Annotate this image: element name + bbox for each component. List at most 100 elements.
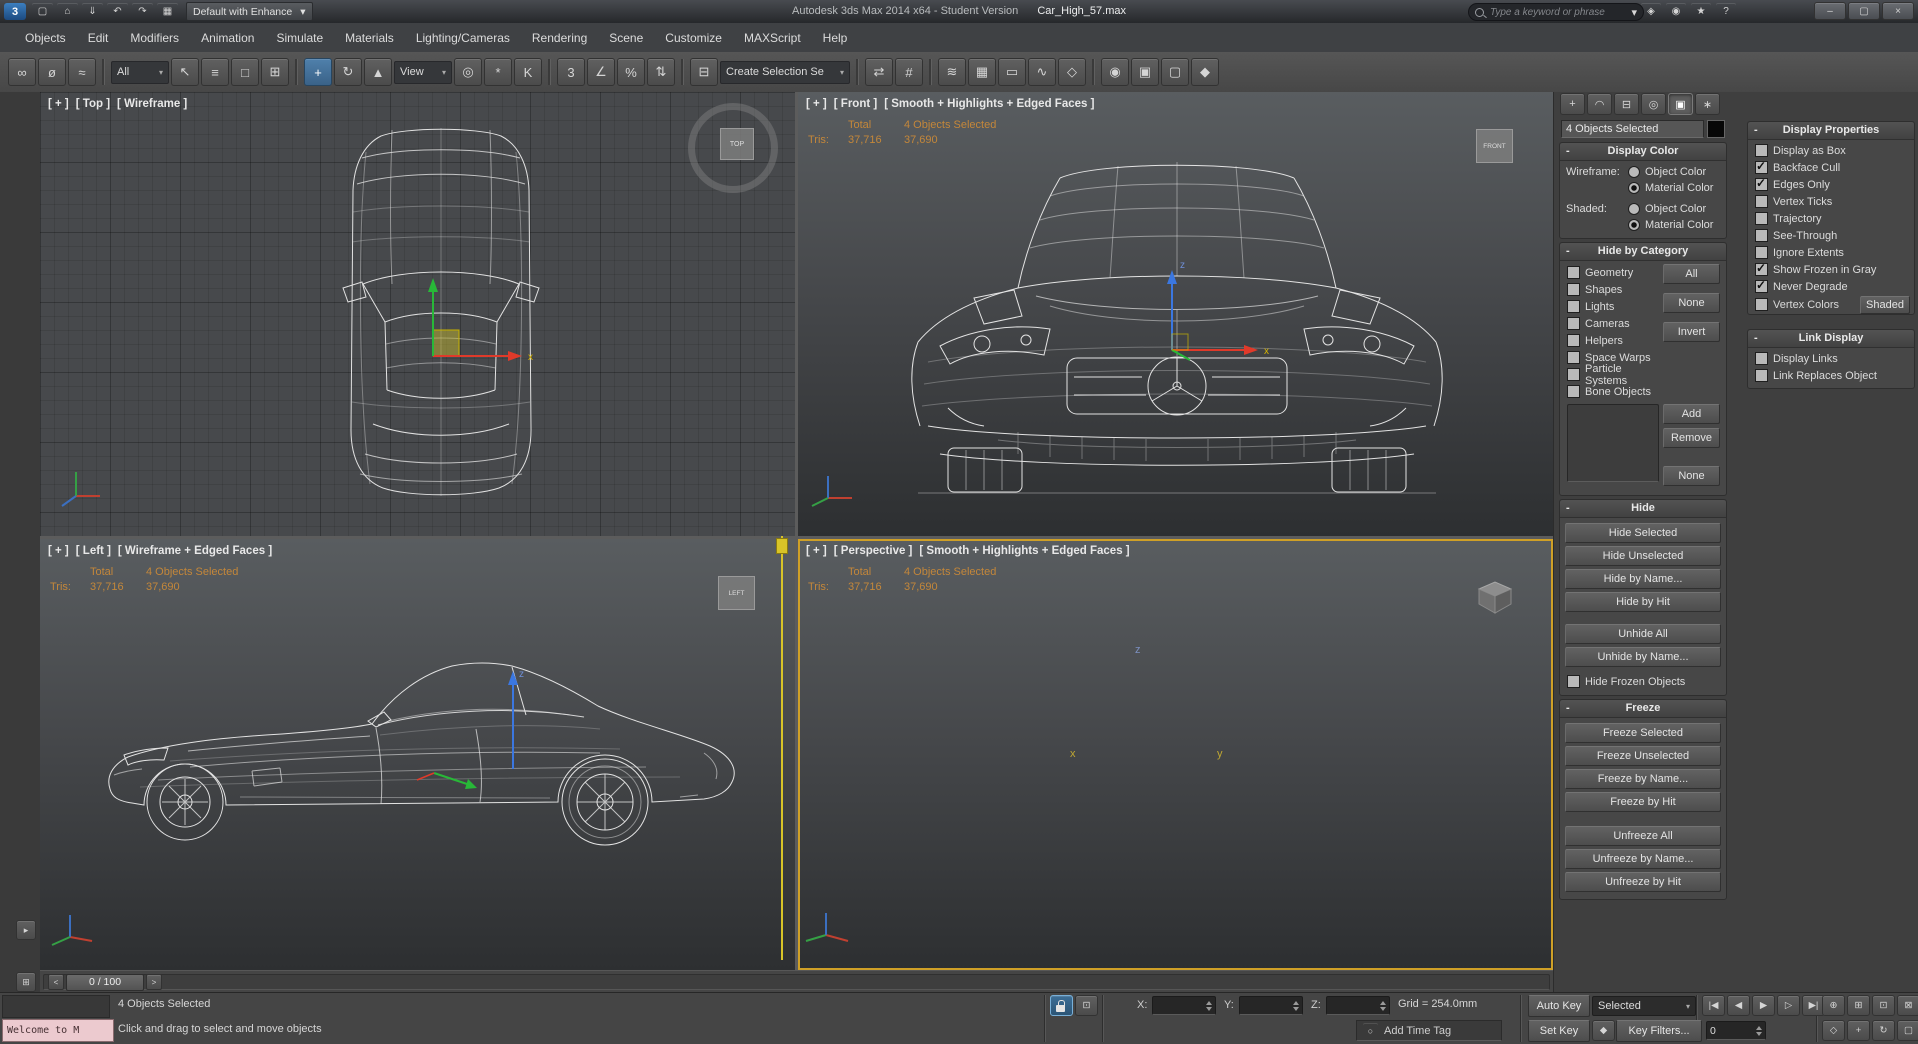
schematic-view-icon[interactable]: ◇ [1058,58,1086,86]
viewport-menu-position[interactable]: [ + ] [48,98,69,110]
spinner-icon[interactable] [1206,1001,1212,1011]
checkbox-display-as-box[interactable]: Display as Box [1748,142,1914,159]
viewport-splitter-vertical[interactable] [795,92,798,970]
snaps-toggle-icon[interactable]: 3 [557,58,585,86]
viewcube[interactable]: FRONT [1476,129,1513,163]
next-frame-icon[interactable]: ▷ [1777,995,1800,1016]
selection-region-icon[interactable]: □ [231,58,259,86]
hide-unselected-button[interactable]: Hide Unselected [1565,546,1721,566]
pan-view-icon[interactable]: + [1847,1020,1870,1041]
y-coordinate-field[interactable] [1239,996,1303,1015]
checkbox-edges-only[interactable]: Edges Only [1748,176,1914,193]
viewport-canvas-front[interactable]: z x [798,92,1553,536]
menu-rendering[interactable]: Rendering [521,24,598,52]
radio-wireframe-object-color[interactable]: Object Color [1628,164,1713,180]
select-by-name-icon[interactable]: ≡ [201,58,229,86]
go-to-start-icon[interactable]: |◀ [1702,995,1725,1016]
viewport-canvas-top[interactable]: x [40,92,795,536]
menu-modifiers[interactable]: Modifiers [119,24,190,52]
tab-motion-icon[interactable]: ◎ [1641,93,1666,115]
unlink-selection-icon[interactable]: ø [38,58,66,86]
application-menu-icon[interactable]: 3 [4,3,26,20]
checkbox-shapes[interactable]: Shapes [1560,281,1663,298]
viewcube[interactable]: TOP [720,128,754,160]
rollout-header[interactable]: -Display Color [1560,143,1726,161]
selection-filter-dropdown[interactable]: All▾ [111,61,169,84]
bind-to-space-warp-icon[interactable]: ≈ [68,58,96,86]
orbit-icon[interactable]: ↻ [1872,1020,1895,1041]
viewport-top[interactable]: [ + ][ Top ][ Wireframe ] TOP [40,92,795,536]
select-and-link-icon[interactable]: ∞ [8,58,36,86]
render-production-icon[interactable]: ◆ [1191,58,1219,86]
checkbox-never-degrade[interactable]: Never Degrade [1748,278,1914,295]
infocenter-search[interactable]: ▾ [1468,3,1644,21]
hide-selected-button[interactable]: Hide Selected [1565,523,1721,543]
add-time-tag-field[interactable]: ○ Add Time Tag [1356,1020,1502,1041]
unfreeze-by-hit-button[interactable]: Unfreeze by Hit [1565,872,1721,892]
select-and-move-icon[interactable]: + [304,58,332,86]
spinner-icon[interactable] [1756,1026,1762,1036]
viewport-menu-pov[interactable]: [ Front ] [834,98,877,110]
spinner-icon[interactable] [1293,1001,1299,1011]
checkbox-backface-cull[interactable]: Backface Cull [1748,159,1914,176]
menu-customize[interactable]: Customize [654,24,733,52]
selection-lock-toggle-icon[interactable] [1050,995,1073,1016]
close-icon[interactable]: × [1882,2,1914,20]
workspace-selector[interactable]: Default with Enhance ▾ [186,2,313,21]
menu-help[interactable]: Help [812,24,859,52]
manipulator-line[interactable] [781,536,783,960]
radio-shaded-object-color[interactable]: Object Color [1628,201,1713,217]
viewport-layout-tabs-icon[interactable]: ⊞ [16,972,36,992]
communication-center-icon[interactable]: ◈ [1640,2,1662,21]
checkbox-vertex-ticks[interactable]: Vertex Ticks [1748,193,1914,210]
menu-edit[interactable]: Edit [77,24,120,52]
menu-materials[interactable]: Materials [334,24,405,52]
edit-named-selection-sets-icon[interactable]: ⊟ [690,58,718,86]
angle-snap-icon[interactable]: ∠ [587,58,615,86]
hide-by-hit-button[interactable]: Hide by Hit [1565,592,1721,612]
checkbox-see-through[interactable]: See-Through [1748,227,1914,244]
checkbox-particle-systems[interactable]: Particle Systems [1560,366,1663,383]
freeze-by-name-button[interactable]: Freeze by Name... [1565,769,1721,789]
tab-display-icon[interactable]: ▣ [1668,93,1693,115]
time-slider-handle[interactable]: 0 / 100 [66,974,144,991]
add-button[interactable]: Add [1663,404,1720,424]
time-slider-bar[interactable]: < 0 / 100 > [40,970,1553,994]
curve-editor-icon[interactable]: ∿ [1028,58,1056,86]
reference-coordinate-dropdown[interactable]: View▾ [394,61,452,84]
zoom-all-icon[interactable]: ⊞ [1847,995,1870,1016]
play-animation-icon[interactable]: ▶ [1752,995,1775,1016]
checkbox-geometry[interactable]: Geometry [1560,264,1663,281]
favorites-icon[interactable]: ★ [1690,2,1712,21]
viewport-menu-pov[interactable]: [ Perspective ] [834,545,913,557]
menu-simulate[interactable]: Simulate [265,24,334,52]
manage-layers-icon[interactable]: ▦ [968,58,996,86]
viewport-menu-pov[interactable]: [ Top ] [76,98,110,110]
menu-scene[interactable]: Scene [598,24,654,52]
menu-objects[interactable]: Objects [14,24,77,52]
viewport-perspective[interactable]: [ + ][ Perspective ][ Smooth + Highlight… [798,539,1553,970]
zoom-extents-icon[interactable]: ⊡ [1872,995,1895,1016]
freeze-unselected-button[interactable]: Freeze Unselected [1565,746,1721,766]
render-setup-icon[interactable]: ▣ [1131,58,1159,86]
new-scene-icon[interactable]: ▢ [31,2,54,21]
material-editor-icon[interactable]: ◉ [1101,58,1129,86]
selection-name-field[interactable]: 4 Objects Selected [1561,120,1704,138]
x-coordinate-field[interactable] [1152,996,1216,1015]
checkbox-helpers[interactable]: Helpers [1560,332,1663,349]
search-dropdown-icon[interactable]: ▾ [1631,6,1637,19]
rollout-header[interactable]: -Hide by Category [1560,243,1726,261]
tab-hierarchy-icon[interactable]: ⊟ [1614,93,1639,115]
viewport-menu-position[interactable]: [ + ] [48,545,69,557]
tab-create-icon[interactable]: + [1560,93,1585,115]
viewport-front[interactable]: [ + ][ Front ][ Smooth + Highlights + Ed… [798,92,1553,536]
viewport-menu-position[interactable]: [ + ] [806,98,827,110]
key-mode-dropdown[interactable]: Selected▾ [1592,996,1696,1016]
time-slider-next-icon[interactable]: > [146,974,162,990]
checkbox-bone-objects[interactable]: Bone Objects [1560,383,1663,400]
dock-flyout-icon[interactable]: ▸ [16,920,36,940]
invert-button[interactable]: Invert [1663,322,1720,342]
keyboard-shortcut-override-icon[interactable]: K [514,58,542,86]
viewport-menu-shading[interactable]: [ Smooth + Highlights + Edged Faces ] [919,545,1129,557]
time-tag-icon[interactable]: ○ [1362,1022,1379,1039]
